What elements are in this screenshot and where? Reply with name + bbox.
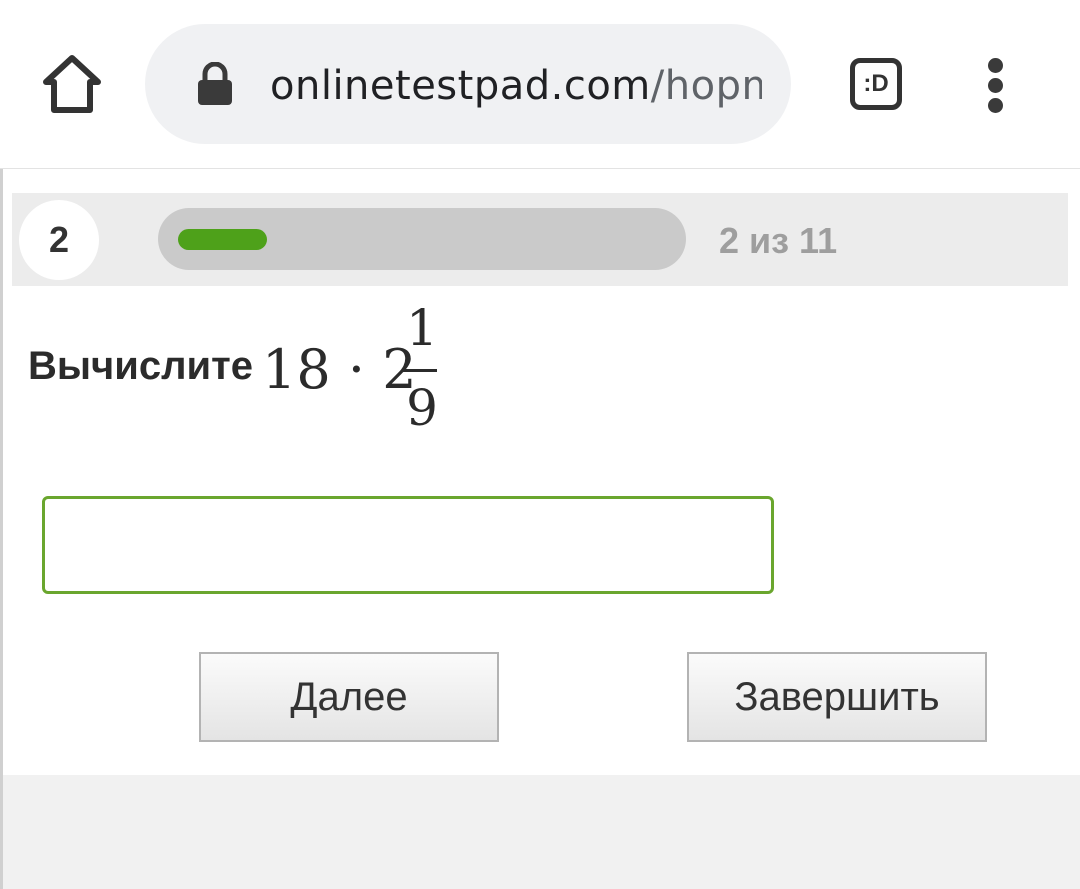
home-icon[interactable] [40,52,104,116]
more-vert-icon[interactable] [980,58,1012,113]
question-number-badge: 2 [19,200,99,280]
url-domain: onlinetestpad.com [270,63,651,109]
question-label: Вычислите [28,344,253,388]
tab-switcher-button[interactable]: :D [850,58,902,110]
progress-counter: 2 из 11 [719,220,838,261]
formula-numerator: 1 [406,299,438,357]
progress-fill [178,229,267,250]
next-button[interactable]: Далее [199,652,499,742]
formula-fraction-bar [403,369,437,372]
url-path: /hopm52 [650,63,762,109]
url-text[interactable]: onlinetestpad.com/hopm52 [270,58,762,114]
answer-input[interactable] [42,496,774,594]
formula-denominator: 9 [406,379,438,437]
finish-button[interactable]: Завершить [687,652,987,742]
browser-toolbar: onlinetestpad.com/hopm52 :D [0,0,1080,169]
lock-icon [197,61,233,106]
formula-whole: 18 · 2 [262,338,417,401]
